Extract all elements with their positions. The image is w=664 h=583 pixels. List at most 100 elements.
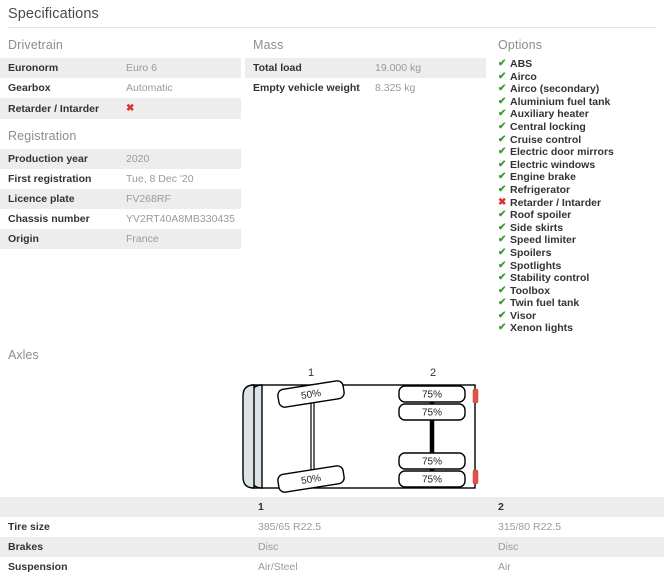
check-icon: ✔ [498, 133, 507, 145]
mass-heading: Mass [253, 38, 284, 52]
row-label: Total load [253, 62, 302, 74]
check-icon: ✔ [498, 309, 507, 321]
axle-1-number: 1 [308, 367, 314, 379]
row-label: Production year [8, 153, 88, 165]
table-row: Total load 19.000 kg [245, 58, 486, 78]
check-icon: ✔ [498, 183, 507, 195]
axle-diagram: 1 2 50% 50% 75% 75% 75% 75% [240, 362, 490, 497]
option-label: Speed limiter [510, 234, 576, 247]
check-icon: ✔ [498, 221, 507, 233]
table-row: First registration Tue, 8 Dec '20 [0, 169, 241, 189]
row-label: Retarder / Intarder [8, 102, 100, 115]
axle-col-1: 1 [258, 501, 264, 513]
list-item: ✔ Cruise control [498, 134, 664, 147]
check-icon: ✔ [498, 297, 507, 309]
row-label: Brakes [8, 541, 44, 553]
row-value: Euro 6 [126, 62, 157, 74]
option-label: Electric windows [510, 158, 596, 171]
list-item: ✔ Auxiliary heater [498, 108, 664, 121]
table-row: Euronorm Euro 6 [0, 58, 241, 78]
list-item: ✔ ABS [498, 58, 664, 71]
check-icon: ✔ [498, 322, 507, 334]
option-label: Retarder / Intarder [510, 196, 602, 209]
registration-table: Production year 2020 First registration Tue… [0, 149, 241, 249]
options-heading: Options [498, 38, 543, 52]
table-row: Production year 2020 [0, 149, 241, 169]
tire-axle2-inner-top: 75% [398, 403, 466, 421]
option-label: Electric door mirrors [510, 146, 614, 159]
check-icon: ✔ [498, 259, 507, 271]
registration-heading: Registration [8, 129, 77, 143]
check-icon: ✔ [498, 284, 507, 296]
page-header: Specifications [0, 0, 664, 27]
check-icon: ✔ [498, 70, 507, 82]
option-label: Xenon lights [510, 322, 573, 335]
option-label: Toolbox [510, 284, 551, 297]
list-item: ✔ Spotlights [498, 260, 664, 273]
axle2-value: 315/80 R22.5 [498, 521, 562, 533]
table-row: Licence plate FV268RF [0, 189, 241, 209]
axle-col-blank [0, 497, 250, 517]
list-item: ✔ Central locking [498, 121, 664, 134]
svg-text:75%: 75% [422, 390, 442, 401]
row-value: France [126, 233, 159, 245]
axle-table-header-row: 1 2 [0, 497, 664, 517]
list-item: ✔ Roof spoiler [498, 209, 664, 222]
list-item: ✔ Speed limiter [498, 234, 664, 247]
list-item: ✖ Retarder / Intarder [498, 197, 664, 210]
axles-heading: Axles [8, 348, 39, 362]
row-label: Gearbox [8, 82, 51, 94]
check-icon: ✔ [498, 58, 507, 69]
check-icon: ✔ [498, 209, 507, 221]
check-icon: ✔ [498, 120, 507, 132]
axle-spec-table: 1 2 Tire size 385/65 R22.5 315/80 R22.5 Bra… [0, 497, 664, 577]
svg-text:75%: 75% [422, 475, 442, 486]
table-row: Retarder / Intarder ✖ [0, 98, 241, 119]
list-item: ✔ Xenon lights [498, 322, 664, 335]
tire-axle2-outer-bottom: 75% [398, 470, 466, 488]
axle2-value: Disc [498, 541, 519, 553]
registration-section: Registration Production year 2020 First re… [0, 129, 241, 249]
page-title: Specifications [8, 5, 99, 22]
list-item: ✔ Electric windows [498, 159, 664, 172]
rear-marker-bottom [472, 469, 479, 485]
option-label: ABS [510, 58, 533, 70]
options-section: Options ✔ ABS ✔ Airco ✔ Airco (secondary) ✔ Alu… [490, 38, 664, 335]
table-row: Tire size 385/65 R22.5 315/80 R22.5 [0, 517, 664, 537]
check-icon: ✔ [498, 95, 507, 107]
list-item: ✔ Aluminium fuel tank [498, 96, 664, 109]
table-row: Origin France [0, 229, 241, 249]
list-item: ✔ Toolbox [498, 285, 664, 298]
row-label: Origin [8, 233, 39, 245]
row-value: YV2RT40A8MB330435 [126, 213, 235, 225]
svg-text:75%: 75% [422, 457, 442, 468]
header-divider [8, 27, 656, 28]
vehicle-nose [242, 384, 255, 489]
list-item: ✔ Airco (secondary) [498, 83, 664, 96]
row-value: 8.325 kg [375, 82, 416, 94]
option-label: Auxiliary heater [510, 108, 589, 121]
axle2-value: Air [498, 561, 511, 573]
axle1-value: Disc [258, 541, 279, 553]
check-icon: ✔ [498, 246, 507, 258]
option-label: Roof spoiler [510, 209, 572, 222]
mass-table: Total load 19.000 kg Empty vehicle weight 8… [245, 58, 486, 98]
check-icon: ✔ [498, 83, 507, 95]
option-label: Engine brake [510, 171, 576, 184]
check-icon: ✔ [498, 171, 507, 183]
row-label: Suspension [8, 561, 68, 573]
option-label: Refrigerator [510, 183, 571, 196]
check-icon: ✔ [498, 272, 507, 284]
list-item: ✔ Spoilers [498, 247, 664, 260]
table-row: Empty vehicle weight 8.325 kg [245, 78, 486, 98]
axle1-value: 385/65 R22.5 [258, 521, 322, 533]
table-row: Brakes Disc Disc [0, 537, 664, 557]
check-icon: ✔ [498, 146, 507, 158]
option-label: Visor [510, 309, 537, 322]
specifications-page: Specifications Drivetrain Euronorm Euro 6… [0, 0, 664, 583]
drivetrain-section: Drivetrain Euronorm Euro 6 Gearbox Automati… [0, 38, 241, 119]
list-item: ✔ Electric door mirrors [498, 146, 664, 159]
option-label: Airco (secondary) [510, 83, 600, 96]
option-label: Spotlights [510, 259, 562, 272]
drivetrain-heading: Drivetrain [8, 38, 63, 52]
